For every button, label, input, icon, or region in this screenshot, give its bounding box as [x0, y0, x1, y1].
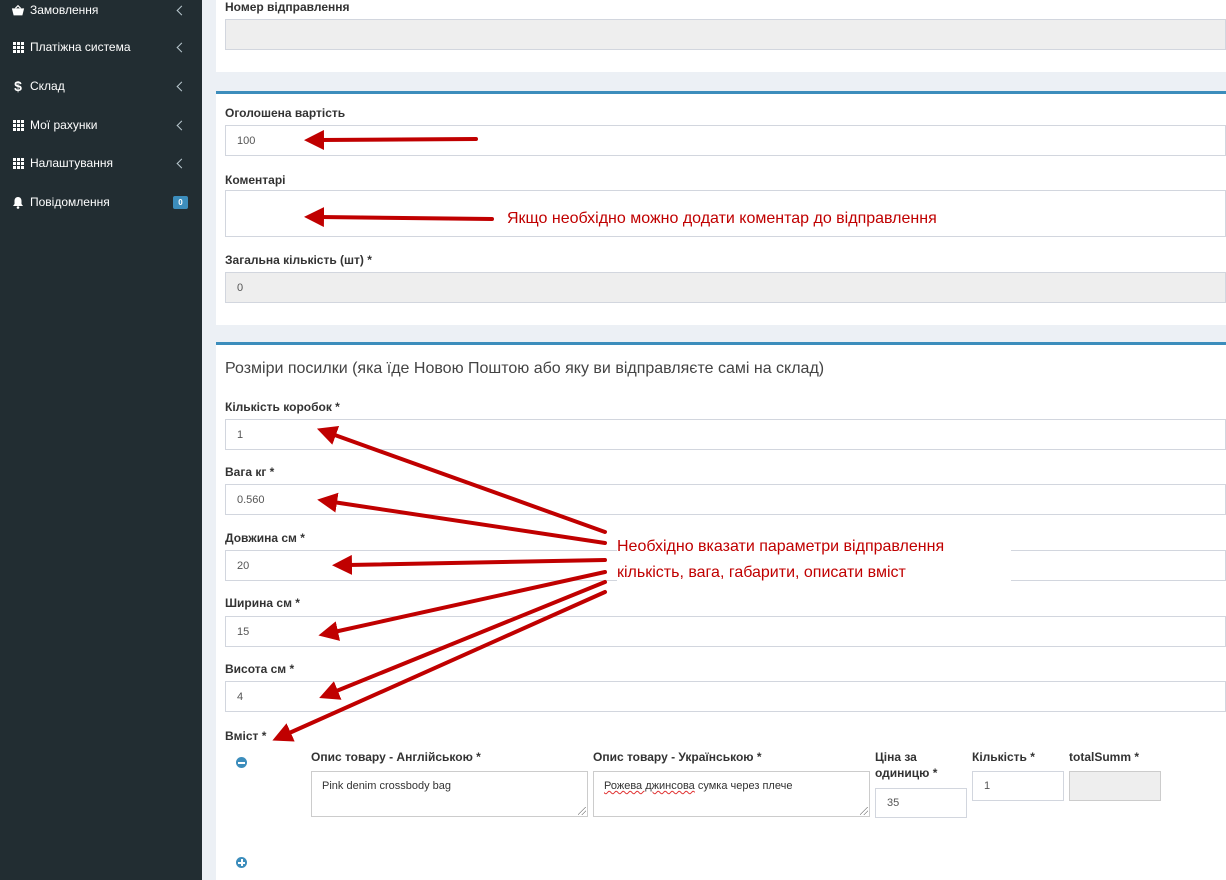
arrow-declared	[304, 129, 478, 150]
annotation-arrows	[272, 129, 607, 742]
arrow-weight	[317, 492, 607, 545]
arrow-content	[272, 590, 607, 742]
params-annotation-line2: кількість, вага, габарити, описати вміст	[617, 560, 1011, 586]
comment-annotation: Якщо необхідно можно додати коментар до …	[507, 206, 937, 232]
params-annotation-line1: Необхідно вказати параметри відправлення	[617, 534, 1011, 560]
arrow-comment	[304, 207, 494, 228]
arrow-width	[318, 570, 607, 641]
arrow-boxes	[316, 425, 607, 534]
arrow-length	[332, 554, 607, 575]
arrow-height	[319, 580, 607, 700]
